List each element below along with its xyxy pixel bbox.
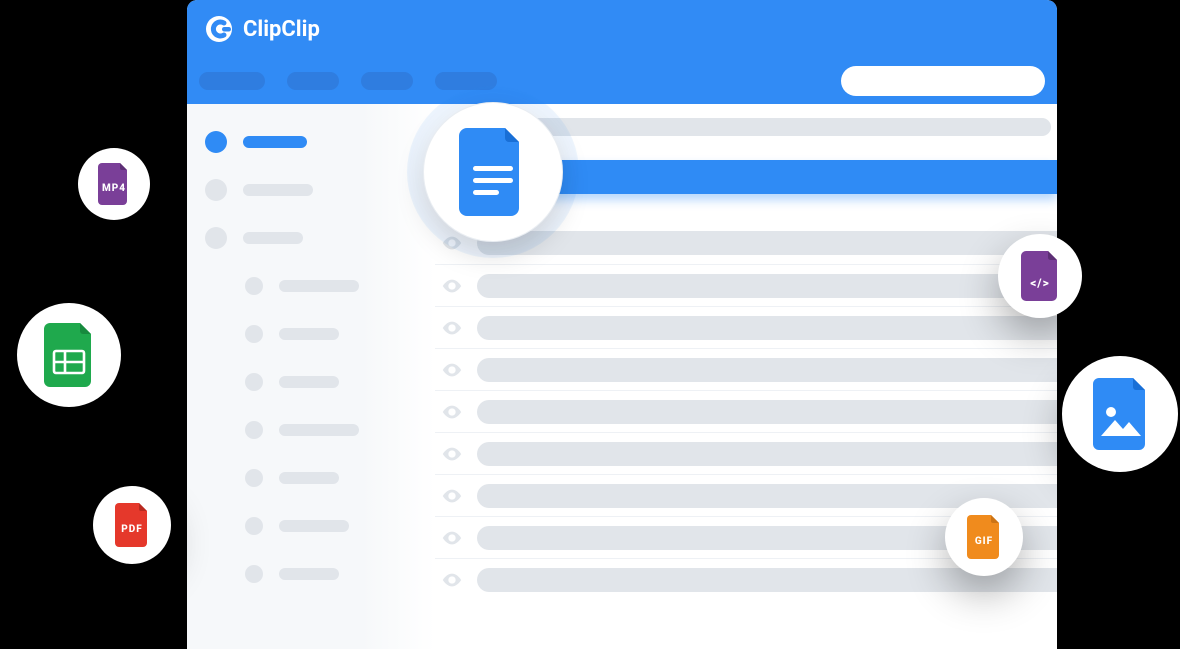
sidebar-item[interactable] bbox=[187, 262, 435, 310]
menu-bar bbox=[187, 58, 1057, 104]
app-window: ClipClip bbox=[187, 0, 1057, 649]
menu-item[interactable] bbox=[435, 72, 497, 90]
sidebar-group[interactable] bbox=[187, 214, 435, 262]
sidebar-label bbox=[279, 568, 339, 580]
mp4-label: MP4 bbox=[97, 183, 131, 194]
sidebar-label bbox=[243, 184, 313, 196]
app-name: ClipClip bbox=[243, 17, 320, 42]
panel-title bbox=[495, 118, 1051, 136]
clip-row[interactable] bbox=[435, 432, 1057, 474]
image-file-icon bbox=[1062, 356, 1178, 472]
pdf-label: PDF bbox=[114, 524, 150, 535]
item-icon bbox=[245, 325, 263, 343]
eye-icon bbox=[441, 485, 463, 507]
sidebar-label bbox=[279, 520, 349, 532]
menu-item[interactable] bbox=[199, 72, 265, 90]
gif-file-icon: GIF bbox=[945, 498, 1023, 576]
sidebar-group-active[interactable] bbox=[187, 118, 435, 166]
clip-preview bbox=[477, 274, 1057, 298]
clip-preview bbox=[477, 442, 1057, 466]
pdf-file-icon: PDF bbox=[93, 486, 171, 564]
clip-preview bbox=[477, 231, 1057, 255]
item-icon bbox=[245, 373, 263, 391]
code-label: </> bbox=[1020, 276, 1060, 290]
code-file-icon: </> bbox=[998, 234, 1082, 318]
title-bar: ClipClip bbox=[187, 0, 1057, 58]
item-icon bbox=[245, 421, 263, 439]
sidebar-label bbox=[279, 376, 339, 388]
eye-icon bbox=[441, 527, 463, 549]
menu-item[interactable] bbox=[361, 72, 413, 90]
sidebar-item[interactable] bbox=[187, 358, 435, 406]
clip-preview bbox=[477, 316, 1057, 340]
folder-icon bbox=[205, 131, 227, 153]
logo-icon bbox=[205, 15, 233, 43]
sidebar-item[interactable] bbox=[187, 550, 435, 598]
eye-icon bbox=[441, 359, 463, 381]
clip-preview bbox=[477, 358, 1057, 382]
app-logo: ClipClip bbox=[205, 15, 320, 43]
sidebar-item[interactable] bbox=[187, 502, 435, 550]
clip-row[interactable] bbox=[435, 306, 1057, 348]
sidebar-item[interactable] bbox=[187, 406, 435, 454]
eye-icon bbox=[441, 569, 463, 591]
eye-icon bbox=[441, 401, 463, 423]
eye-icon bbox=[441, 275, 463, 297]
clip-row[interactable] bbox=[435, 348, 1057, 390]
eye-icon bbox=[441, 443, 463, 465]
window-header: ClipClip bbox=[187, 0, 1057, 104]
clip-preview bbox=[477, 400, 1057, 424]
sidebar-label bbox=[243, 136, 307, 148]
folder-icon bbox=[205, 227, 227, 249]
doc-file-icon bbox=[423, 102, 563, 242]
sidebar-label bbox=[279, 424, 359, 436]
sidebar bbox=[187, 104, 435, 649]
sidebar-item[interactable] bbox=[187, 454, 435, 502]
sidebar-item[interactable] bbox=[187, 310, 435, 358]
eye-icon bbox=[441, 232, 463, 254]
sidebar-label bbox=[279, 328, 339, 340]
clip-row[interactable] bbox=[435, 390, 1057, 432]
gif-label: GIF bbox=[966, 536, 1002, 547]
mp4-file-icon: MP4 bbox=[78, 148, 150, 220]
folder-icon bbox=[205, 179, 227, 201]
window-body bbox=[187, 104, 1057, 649]
sidebar-label bbox=[279, 280, 359, 292]
item-icon bbox=[245, 469, 263, 487]
item-icon bbox=[245, 517, 263, 535]
eye-icon bbox=[441, 317, 463, 339]
item-icon bbox=[245, 277, 263, 295]
item-icon bbox=[245, 565, 263, 583]
sidebar-group[interactable] bbox=[187, 166, 435, 214]
menu-item[interactable] bbox=[287, 72, 339, 90]
selected-clip[interactable] bbox=[482, 160, 1057, 194]
sidebar-label bbox=[243, 232, 303, 244]
sidebar-label bbox=[279, 472, 339, 484]
search-input[interactable] bbox=[841, 66, 1045, 96]
clip-row[interactable] bbox=[435, 264, 1057, 306]
sheet-file-icon bbox=[17, 303, 121, 407]
